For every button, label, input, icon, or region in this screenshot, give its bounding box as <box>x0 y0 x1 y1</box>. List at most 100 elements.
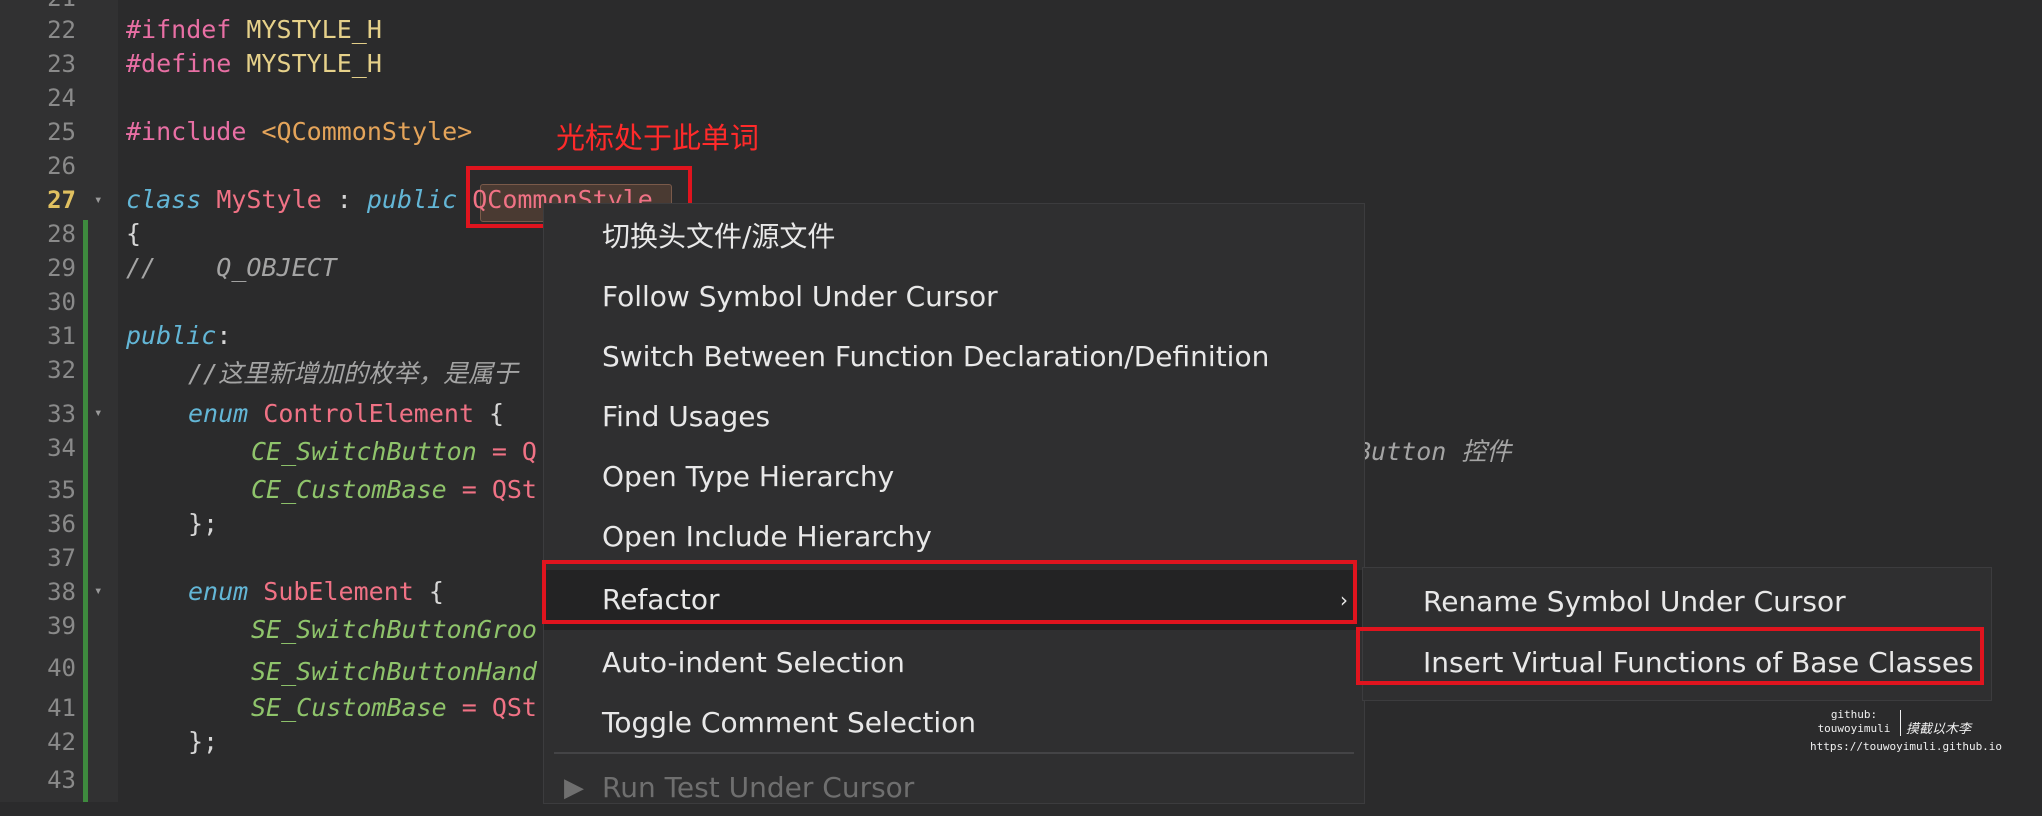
class-name-token: MyStyle <box>216 185 322 214</box>
code-line-34-trailing-comment: Button 控件 <box>1356 437 1512 466</box>
expression-token: = QSt <box>446 475 537 504</box>
watermark-url: https://touwoyimuli.github.io <box>1810 740 2003 753</box>
code-line-35[interactable]: CE_CustomBase = QSt <box>251 474 537 506</box>
menu-item-label: Toggle Comment Selection <box>602 706 977 739</box>
fold-arrow-icon[interactable]: ▾ <box>94 584 108 598</box>
line-number: 43 <box>47 766 76 794</box>
menu-item-label: Switch Between Function Declaration/Defi… <box>602 340 1270 373</box>
menu-item-switch-declaration-definition[interactable]: Switch Between Function Declaration/Defi… <box>544 329 1364 385</box>
preprocessor-token: #ifndef <box>126 15 232 44</box>
fold-arrow-icon[interactable]: ▾ <box>94 193 108 207</box>
watermark-signature: 摸截以木李 <box>1906 722 1972 737</box>
menu-item-label: Follow Symbol Under Cursor <box>602 280 998 313</box>
line-number: 21 <box>0 0 76 14</box>
menu-item-open-type-hierarchy[interactable]: Open Type Hierarchy <box>544 449 1364 505</box>
code-line-28[interactable]: { <box>126 218 141 250</box>
code-line-29[interactable]: // Q_OBJECT <box>126 252 337 284</box>
keyword-token: class <box>126 185 202 214</box>
line-number: 31 <box>47 322 76 350</box>
menu-item-switch-header-source[interactable]: 切换头文件/源文件 <box>544 209 1364 265</box>
code-line-38[interactable]: enum SubElement { <box>188 576 444 608</box>
line-number: 23 <box>47 50 76 78</box>
highlight-box-insert-virtual <box>1356 627 1984 685</box>
watermark-github-label: github: <box>1830 708 1878 721</box>
line-number: 42 <box>47 728 76 756</box>
keyword-token: public <box>126 321 217 350</box>
line-number: 34 <box>47 434 76 462</box>
line-number: 32 <box>47 356 76 384</box>
enum-value-token: CE_SwitchButton <box>251 437 477 466</box>
change-marker-bar <box>83 220 88 802</box>
preprocessor-token: #define <box>126 49 232 78</box>
code-line-32[interactable]: //这里新增加的枚举，是属于 <box>188 358 518 390</box>
menu-item-find-usages[interactable]: Find Usages <box>544 389 1364 445</box>
line-number-gutter: 21 22 23 24 25 26 27 28 29 30 31 32 33 3… <box>0 0 118 802</box>
line-number: 37 <box>47 544 76 572</box>
line-number: 28 <box>47 220 76 248</box>
code-line-25[interactable]: #include <QCommonStyle> <box>126 116 472 148</box>
watermark-divider <box>1900 710 1901 736</box>
include-path-token: <QCommonStyle> <box>261 117 473 146</box>
line-number: 40 <box>47 654 76 682</box>
menu-item-label: Find Usages <box>602 400 771 433</box>
enum-value-token: SE_SwitchButtonGroo <box>251 615 537 644</box>
punctuation-token: { <box>413 577 444 606</box>
code-line-31[interactable]: public: <box>126 320 231 352</box>
line-number: 24 <box>47 84 76 112</box>
macro-token: MYSTYLE_H <box>246 49 382 78</box>
punctuation-token: : <box>216 321 232 350</box>
keyword-token: enum <box>188 399 249 428</box>
menu-item-toggle-comment[interactable]: Toggle Comment Selection <box>544 695 1364 751</box>
menu-item-label: Open Type Hierarchy <box>602 460 895 493</box>
menu-item-label: Rename Symbol Under Cursor <box>1423 585 1846 618</box>
code-line-33[interactable]: enum ControlElement { <box>188 398 504 430</box>
keyword-token: public <box>366 185 458 214</box>
menu-item-follow-symbol[interactable]: Follow Symbol Under Cursor <box>544 269 1364 325</box>
line-number: 36 <box>47 510 76 538</box>
keyword-token: enum <box>188 577 249 606</box>
expression-token: = Q <box>476 437 537 466</box>
line-number: 25 <box>47 118 76 146</box>
watermark-github-user: touwoyimuli <box>1817 722 1891 735</box>
line-number: 38 <box>47 578 76 606</box>
submenu-item-rename-symbol[interactable]: Rename Symbol Under Cursor <box>1363 573 1991 631</box>
code-line-22[interactable]: #ifndef MYSTYLE_H <box>126 14 382 46</box>
code-line-34[interactable]: CE_SwitchButton = Q <box>251 436 537 468</box>
enum-value-token: SE_CustomBase <box>251 693 447 722</box>
line-number: 39 <box>47 612 76 640</box>
menu-item-label: Run Test Under Cursor <box>602 771 915 804</box>
code-line-40[interactable]: SE_SwitchButtonHand <box>251 656 537 688</box>
punctuation-token: { <box>474 399 505 428</box>
punctuation-token: : <box>321 185 367 214</box>
menu-item-label: Auto-indent Selection <box>602 646 905 679</box>
enum-name-token: ControlElement <box>263 399 474 428</box>
line-number: 29 <box>47 254 76 282</box>
menu-item-label: Open Include Hierarchy <box>602 520 932 553</box>
enum-value-token: CE_CustomBase <box>251 475 447 504</box>
line-number: 26 <box>47 152 76 180</box>
watermark: github: touwoyimuli 摸截以木李 https://touwoy… <box>1810 706 2002 756</box>
code-line-23[interactable]: #define MYSTYLE_H <box>126 48 382 80</box>
code-line-39[interactable]: SE_SwitchButtonGroo <box>251 614 537 646</box>
expression-token: = QSt <box>446 693 537 722</box>
line-number: 22 <box>47 16 76 44</box>
watermark-github: github: touwoyimuli <box>1810 708 1898 736</box>
line-number: 35 <box>47 476 76 504</box>
code-line-41[interactable]: SE_CustomBase = QSt <box>251 692 537 724</box>
enum-value-token: SE_SwitchButtonHand <box>251 657 537 686</box>
menu-separator <box>554 752 1354 754</box>
menu-item-run-test: ▶ Run Test Under Cursor <box>544 760 1364 816</box>
menu-item-open-include-hierarchy[interactable]: Open Include Hierarchy <box>544 509 1364 565</box>
menu-item-auto-indent[interactable]: Auto-indent Selection <box>544 635 1364 691</box>
code-line-36[interactable]: }; <box>188 508 218 540</box>
enum-name-token: SubElement <box>263 577 414 606</box>
line-number: 41 <box>47 694 76 722</box>
code-line-42[interactable]: }; <box>188 726 218 758</box>
macro-token: MYSTYLE_H <box>246 15 382 44</box>
current-line-number: 27 <box>47 186 76 214</box>
line-number: 33 <box>47 400 76 428</box>
play-icon: ▶ <box>564 773 584 803</box>
highlight-box-refactor <box>542 560 1357 624</box>
annotation-label: 光标处于此单词 <box>556 121 760 155</box>
fold-arrow-icon[interactable]: ▾ <box>94 406 108 420</box>
